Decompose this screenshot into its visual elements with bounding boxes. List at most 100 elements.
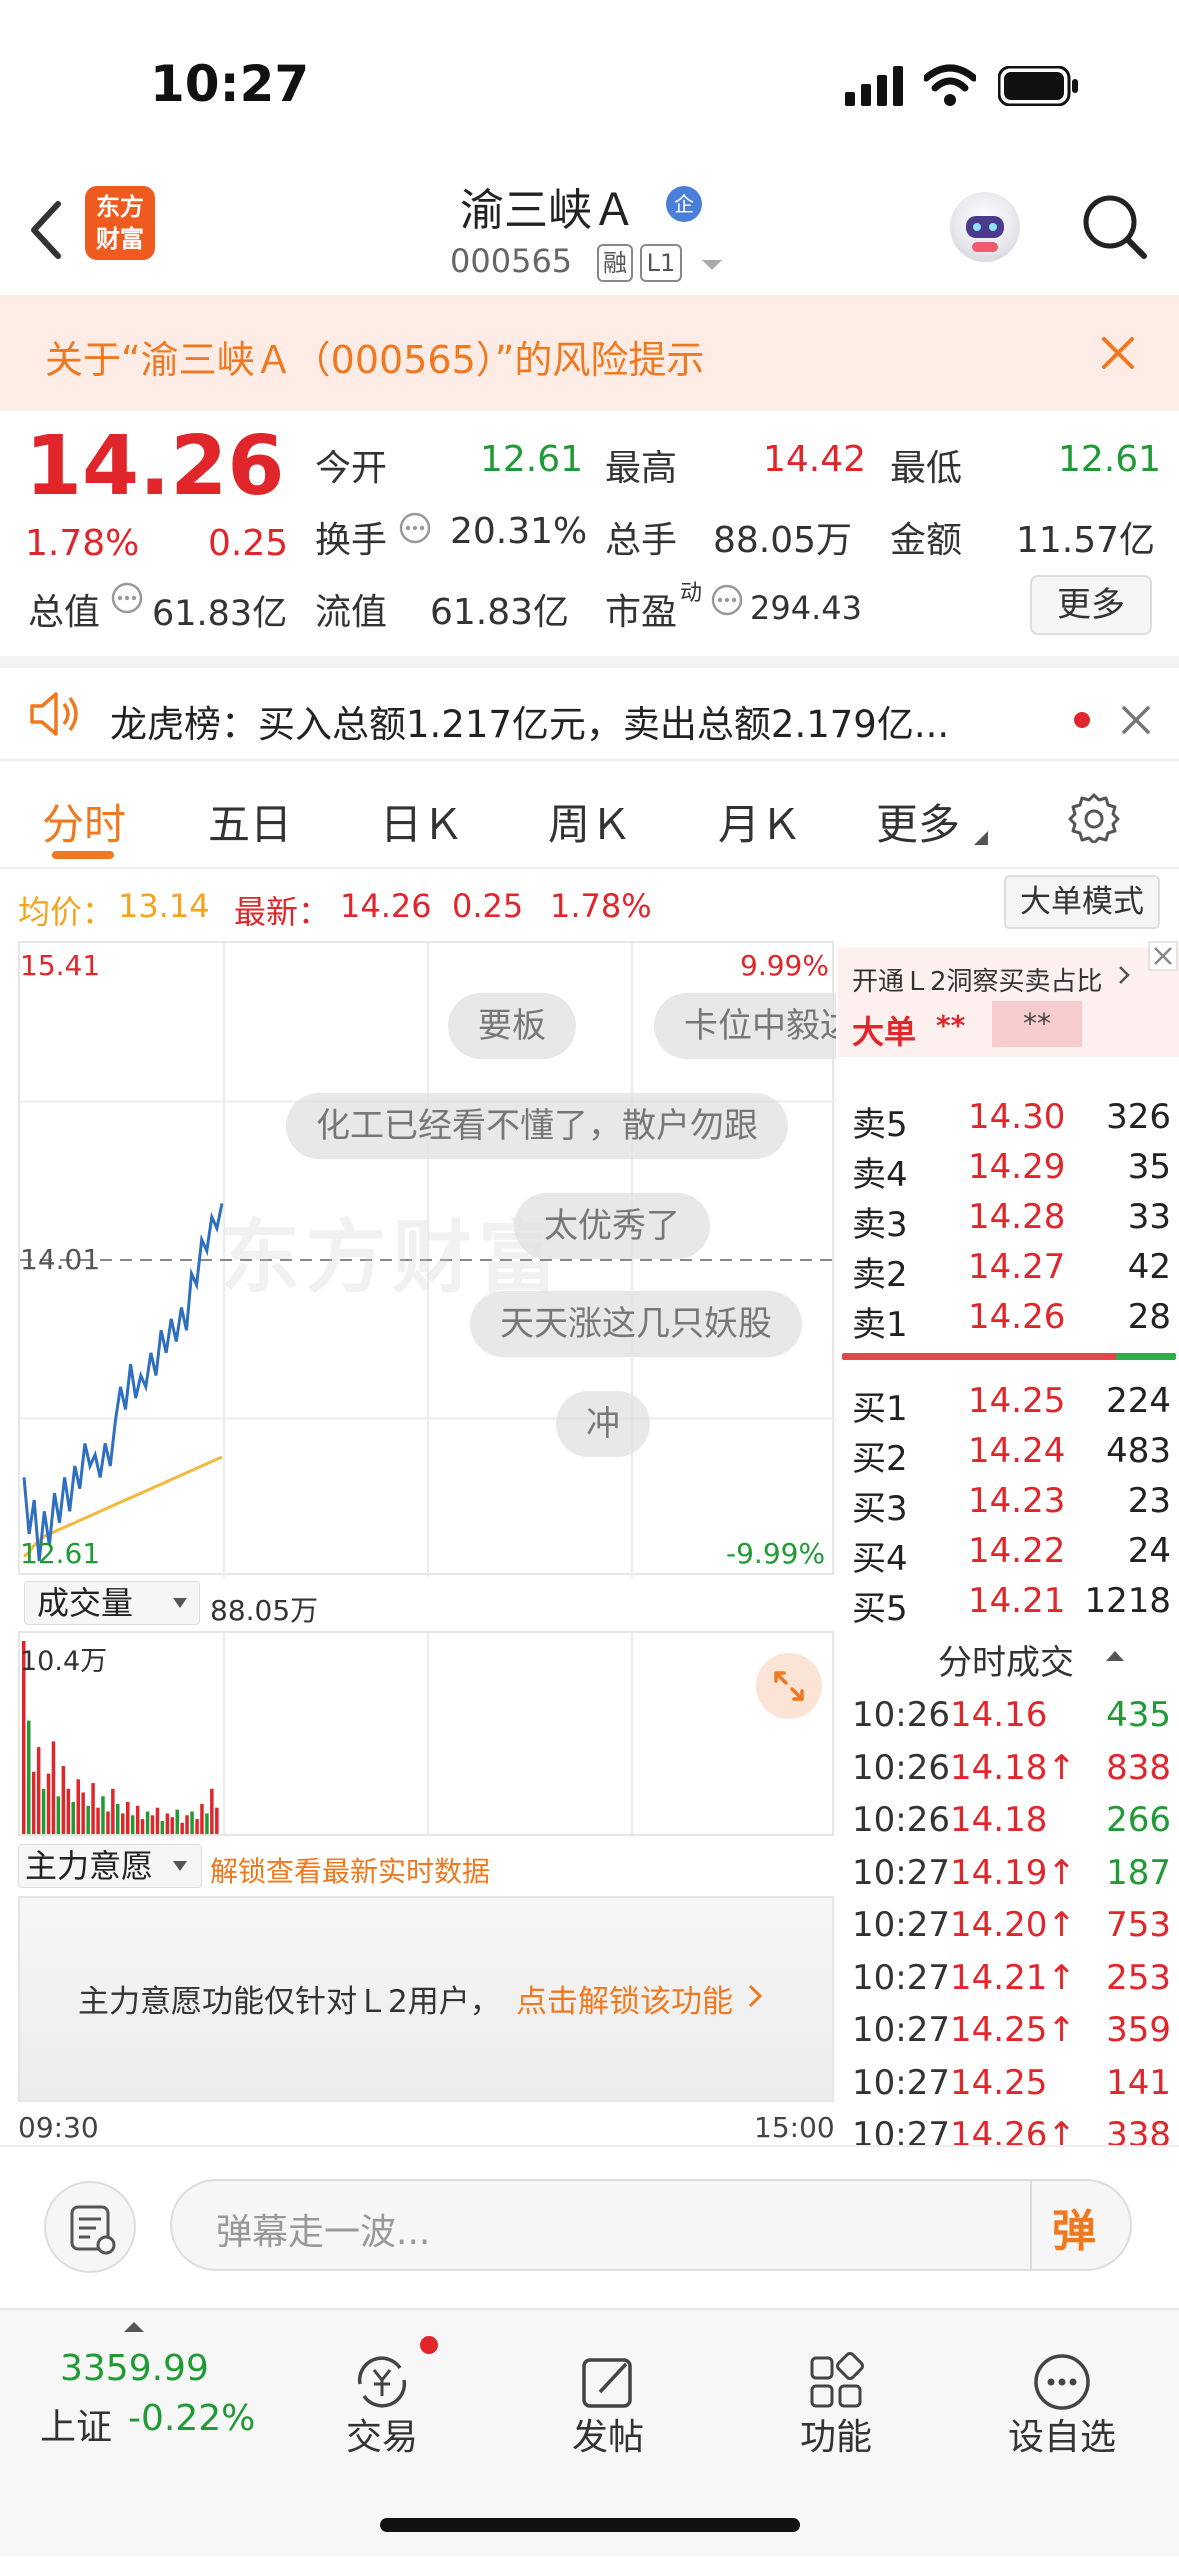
index-value[interactable]: 3359.99	[60, 2348, 209, 2389]
volume-bar	[66, 1788, 71, 1834]
low-label: 最低	[890, 448, 963, 489]
order-book: 开通Ｌ2洞察买卖占比 大单 ** ** 卖5 14.30 326 卖4 14.29 35…	[838, 941, 1179, 2155]
l2-promo[interactable]: 开通Ｌ2洞察买卖占比 大单 ** **	[838, 947, 1179, 1057]
sell-row[interactable]: 卖3 14.28 33	[838, 1191, 1179, 1245]
tick-time: 10:26	[852, 1800, 950, 1840]
volume-bar	[101, 1796, 105, 1834]
ticks-header[interactable]: 分时成交	[938, 1635, 1074, 1684]
big-order-label: 大单	[852, 1013, 917, 1051]
close-icon[interactable]	[1148, 941, 1178, 971]
volume-bar	[126, 1802, 130, 1834]
sell-price: 14.30	[968, 1097, 1066, 1137]
tab-five-day[interactable]: 五日	[208, 791, 292, 852]
back-icon[interactable]	[28, 200, 64, 260]
more-button[interactable]: 更多	[1030, 575, 1152, 635]
volume-bar	[91, 1783, 95, 1834]
tab-daily[interactable]: 日Ｋ	[380, 791, 464, 852]
danmu-bubble: 化工已经看不懂了，散户勿跟	[286, 1093, 788, 1159]
tick-time: 10:27	[852, 2062, 950, 2103]
tick-qty: 187	[1106, 1852, 1171, 1893]
tab-monthly[interactable]: 月Ｋ	[718, 791, 802, 852]
close-icon[interactable]	[1100, 335, 1136, 371]
dropdown-icon[interactable]	[700, 258, 724, 272]
logo-line2: 财富	[96, 225, 144, 253]
sell-row[interactable]: 卖5 14.30 326	[838, 1091, 1179, 1145]
tick-time: 10:26	[852, 1695, 950, 1735]
tick-price: 14.19↑	[950, 1852, 1076, 1893]
time-end: 15:00	[754, 2111, 835, 2144]
add-watchlist-button[interactable]: 设自选	[972, 2310, 1152, 2558]
tick-qty: 266	[1106, 1800, 1171, 1840]
sell-qty: 33	[1127, 1197, 1171, 1237]
expand-button[interactable]	[756, 1653, 822, 1719]
sell-label: 卖2	[852, 1255, 908, 1295]
danmu-bubble: 卡位中毅达	[654, 993, 836, 1059]
intent-unlock-link[interactable]: 点击解锁该功能	[516, 1976, 733, 2021]
buy-row[interactable]: 买4 14.22 24	[838, 1525, 1179, 1579]
danmu-input[interactable]: 弹幕走一波... 弹	[170, 2179, 1132, 2271]
buy-row[interactable]: 买3 14.23 23	[838, 1475, 1179, 1529]
tick-row: 10:27 14.19↑ 187	[838, 1847, 1179, 1899]
y-mid-label: 14.01	[20, 1243, 101, 1276]
volume-label: 总手	[605, 520, 678, 561]
buy-row[interactable]: 买5 14.21 1218	[838, 1575, 1179, 1629]
buy-label: 买2	[852, 1439, 908, 1479]
robot-avatar[interactable]	[950, 192, 1020, 262]
danmu-bubble: 太优秀了	[514, 1193, 710, 1259]
sell-row[interactable]: 卖2 14.27 42	[838, 1241, 1179, 1295]
time-axis: 09:30 15:00	[18, 2105, 835, 2145]
danmu-settings-button[interactable]	[44, 2181, 136, 2273]
tick-price: 14.16	[950, 1695, 1048, 1735]
margin-tag: 融	[597, 244, 633, 282]
search-icon[interactable]	[1080, 192, 1150, 262]
tab-more[interactable]: 更多	[876, 791, 960, 852]
volume-selector[interactable]: 成交量	[24, 1581, 200, 1625]
sell-label: 卖5	[852, 1105, 908, 1145]
volume-bar	[31, 1771, 36, 1834]
danmu-send-button[interactable]: 弹	[1052, 2195, 1096, 2259]
intraday-chart[interactable]: 15.41 9.99% 14.01 12.61 -9.99% 东方财富 要板 卡…	[18, 941, 836, 1577]
volume-bar	[130, 1815, 135, 1834]
info-icon[interactable]	[110, 581, 144, 615]
open-value: 12.61	[480, 439, 584, 480]
settings-icon[interactable]	[1068, 791, 1120, 843]
unread-dot	[1074, 712, 1090, 728]
info-icon[interactable]	[710, 583, 744, 617]
volume-bar	[116, 1803, 120, 1834]
volume-value: 88.05万	[713, 520, 853, 561]
buy-row[interactable]: 买1 14.25 224	[838, 1375, 1179, 1429]
buy-qty: 483	[1106, 1431, 1171, 1471]
volume-bar	[61, 1766, 66, 1834]
unlock-link[interactable]: 解锁查看最新实时数据	[210, 1850, 490, 1890]
volume-bar	[210, 1788, 214, 1834]
tick-qty: 253	[1106, 1957, 1171, 1998]
info-icon[interactable]	[398, 511, 432, 545]
buy-row[interactable]: 买2 14.24 483	[838, 1425, 1179, 1479]
buy-price: 14.21	[968, 1581, 1066, 1621]
volume-bar	[200, 1803, 204, 1834]
volume-bar	[46, 1773, 51, 1834]
volume-bar	[155, 1807, 160, 1834]
dragon-tiger-bar[interactable]: 龙虎榜：买入总额1.217亿元，卖出总额2.179亿...	[0, 656, 1179, 761]
tab-weekly[interactable]: 周Ｋ	[548, 791, 632, 852]
close-icon[interactable]	[1120, 704, 1152, 736]
tab-intraday[interactable]: 分时	[42, 791, 126, 852]
y-top-label: 15.41	[20, 949, 101, 982]
sell-row[interactable]: 卖1 14.26 28	[838, 1291, 1179, 1345]
danmu-bubble: 要板	[448, 993, 576, 1059]
tick-row: 10:27 14.20↑ 753	[838, 1899, 1179, 1951]
tick-qty: 141	[1106, 2062, 1171, 2103]
buy-label: 买4	[852, 1539, 908, 1579]
sell-row[interactable]: 卖4 14.29 35	[838, 1141, 1179, 1195]
sell-label: 卖3	[852, 1205, 908, 1245]
caret-up-icon	[124, 2322, 144, 2332]
volume-bar	[190, 1811, 194, 1834]
tick-price: 14.21↑	[950, 1957, 1076, 1998]
risk-banner[interactable]: 关于“渝三峡Ａ（000565）”的风险提示	[0, 295, 1179, 411]
tick-qty: 838	[1106, 1747, 1171, 1788]
big-order-mode-button[interactable]: 大单模式	[1004, 875, 1160, 929]
volume-bar	[96, 1807, 100, 1834]
tick-time: 10:27	[852, 1905, 950, 1945]
intent-selector[interactable]: 主力意愿	[18, 1844, 202, 1888]
volume-panel: 成交量 88.05万 10.4万	[18, 1575, 834, 1840]
